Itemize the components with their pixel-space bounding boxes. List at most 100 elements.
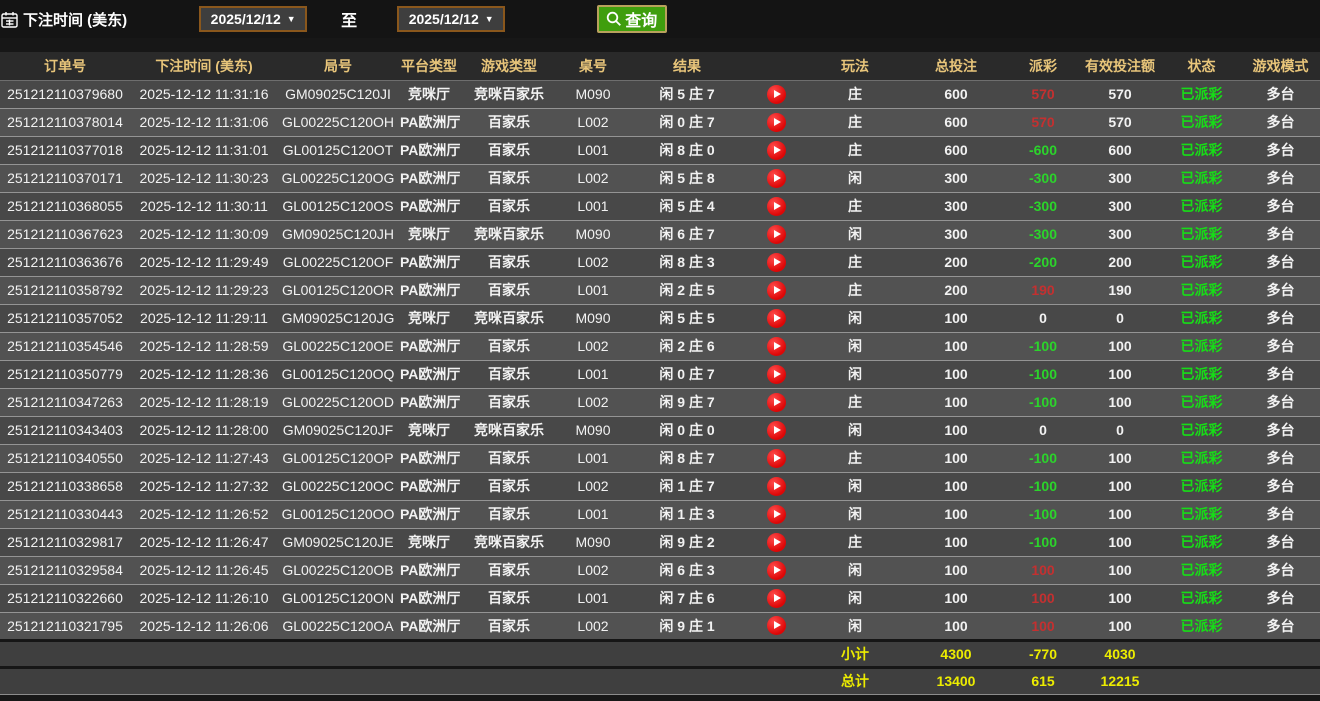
cell-status: 已派彩 <box>1162 500 1241 529</box>
cell-payout: -300 <box>1008 164 1078 193</box>
play-video-icon[interactable] <box>766 84 786 104</box>
cell-round-id: GL00225C120OA <box>278 612 398 641</box>
play-video-icon[interactable] <box>766 308 786 328</box>
cell-total-bet: 600 <box>904 80 1008 109</box>
cell-platform-type: PA欧洲厅 <box>398 556 460 585</box>
cell-round-id: GM09025C120JE <box>278 528 398 557</box>
play-video-icon[interactable] <box>766 616 786 635</box>
cell-result: 闲 0 庄 7 <box>628 360 746 389</box>
summary-empty <box>1162 638 1241 668</box>
cell-status: 已派彩 <box>1162 276 1241 305</box>
cell-round-id: GL00225C120OF <box>278 248 398 277</box>
cell-round-id: GL00225C120OH <box>278 108 398 137</box>
cell-payout: -200 <box>1008 248 1078 277</box>
cell-game-mode: 多台 <box>1241 276 1320 305</box>
cell-video <box>746 612 806 641</box>
cell-play-type: 庄 <box>806 108 904 137</box>
cell-game-type: 竞咪百家乐 <box>460 220 558 249</box>
cell-game-type: 百家乐 <box>460 192 558 221</box>
cell-order-id: 251212110357052 <box>0 304 130 333</box>
cell-platform-type: 竞咪厅 <box>398 304 460 333</box>
column-header: 桌号 <box>558 52 628 81</box>
cell-play-type: 庄 <box>806 388 904 417</box>
play-video-icon[interactable] <box>766 560 786 580</box>
cell-game-type: 竞咪百家乐 <box>460 304 558 333</box>
cell-round-id: GL00125C120ON <box>278 584 398 613</box>
cell-status: 已派彩 <box>1162 220 1241 249</box>
play-video-icon[interactable] <box>766 392 786 412</box>
cell-status: 已派彩 <box>1162 304 1241 333</box>
cell-game-mode: 多台 <box>1241 332 1320 361</box>
play-video-icon[interactable] <box>766 588 786 608</box>
cell-table-no: L002 <box>558 388 628 417</box>
query-button[interactable]: 查询 <box>597 5 668 33</box>
cell-round-id: GM09025C120JI <box>278 80 398 109</box>
play-video-icon[interactable] <box>766 336 786 356</box>
cell-video <box>746 108 806 137</box>
total-row: 总计 13400 615 12215 <box>0 665 1320 695</box>
play-video-icon[interactable] <box>766 364 786 384</box>
cell-game-mode: 多台 <box>1241 220 1320 249</box>
play-video-icon[interactable] <box>766 168 786 188</box>
play-video-icon[interactable] <box>766 476 786 496</box>
cell-bet-time: 2025-12-12 11:31:16 <box>130 80 278 109</box>
cell-game-mode: 多台 <box>1241 500 1320 529</box>
play-video-icon[interactable] <box>766 196 786 216</box>
cell-result: 闲 1 庄 7 <box>628 472 746 501</box>
cell-game-type: 百家乐 <box>460 248 558 277</box>
cell-platform-type: PA欧洲厅 <box>398 108 460 137</box>
play-video-icon[interactable] <box>766 420 786 440</box>
query-button-label: 查询 <box>625 13 658 30</box>
cell-payout: 100 <box>1008 556 1078 585</box>
cell-result: 闲 7 庄 6 <box>628 584 746 613</box>
cell-round-id: GL00125C120OQ <box>278 360 398 389</box>
column-header: 局号 <box>278 52 398 81</box>
play-video-icon[interactable] <box>766 140 786 160</box>
cell-result: 闲 5 庄 8 <box>628 164 746 193</box>
cell-payout: 0 <box>1008 416 1078 445</box>
cell-game-mode: 多台 <box>1241 528 1320 557</box>
cell-order-id: 251212110368055 <box>0 192 130 221</box>
cell-total-bet: 600 <box>904 136 1008 165</box>
cell-status: 已派彩 <box>1162 80 1241 109</box>
cell-payout: -300 <box>1008 220 1078 249</box>
play-video-icon[interactable] <box>766 504 786 524</box>
play-video-icon[interactable] <box>766 224 786 244</box>
cell-payout: 100 <box>1008 584 1078 613</box>
cell-status: 已派彩 <box>1162 556 1241 585</box>
cell-table-no: L001 <box>558 360 628 389</box>
cell-play-type: 闲 <box>806 584 904 613</box>
cell-game-type: 竞咪百家乐 <box>460 416 558 445</box>
cell-result: 闲 9 庄 1 <box>628 612 746 641</box>
cell-game-type: 百家乐 <box>460 556 558 585</box>
table-row: 251212110363676 2025-12-12 11:29:49 GL0022… <box>0 248 1320 277</box>
cell-payout: 100 <box>1008 612 1078 641</box>
cell-bet-time: 2025-12-12 11:28:19 <box>130 388 278 417</box>
play-video-icon[interactable] <box>766 532 786 552</box>
cell-table-no: L001 <box>558 192 628 221</box>
play-video-icon[interactable] <box>766 280 786 300</box>
cell-status: 已派彩 <box>1162 192 1241 221</box>
cell-platform-type: 竞咪厅 <box>398 220 460 249</box>
summary-label: 小计 <box>806 638 904 668</box>
cell-status: 已派彩 <box>1162 528 1241 557</box>
play-video-icon[interactable] <box>766 112 786 132</box>
table-row: 251212110357052 2025-12-12 11:29:11 GM0902… <box>0 304 1320 333</box>
cell-bet-time: 2025-12-12 11:29:23 <box>130 276 278 305</box>
cell-video <box>746 584 806 613</box>
play-video-icon[interactable] <box>766 448 786 468</box>
cell-valid-bet: 300 <box>1078 192 1162 221</box>
cell-valid-bet: 570 <box>1078 80 1162 109</box>
cell-status: 已派彩 <box>1162 164 1241 193</box>
cell-platform-type: PA欧洲厅 <box>398 444 460 473</box>
date-from-select[interactable]: 2025/12/12 ▼ <box>199 6 308 32</box>
cell-order-id: 251212110322660 <box>0 584 130 613</box>
cell-game-mode: 多台 <box>1241 80 1320 109</box>
cell-order-id: 251212110354546 <box>0 332 130 361</box>
date-to-select[interactable]: 2025/12/12 ▼ <box>397 6 506 32</box>
cell-status: 已派彩 <box>1162 388 1241 417</box>
cell-total-bet: 200 <box>904 276 1008 305</box>
cell-round-id: GL00225C120OD <box>278 388 398 417</box>
cell-bet-time: 2025-12-12 11:27:32 <box>130 472 278 501</box>
play-video-icon[interactable] <box>766 252 786 272</box>
